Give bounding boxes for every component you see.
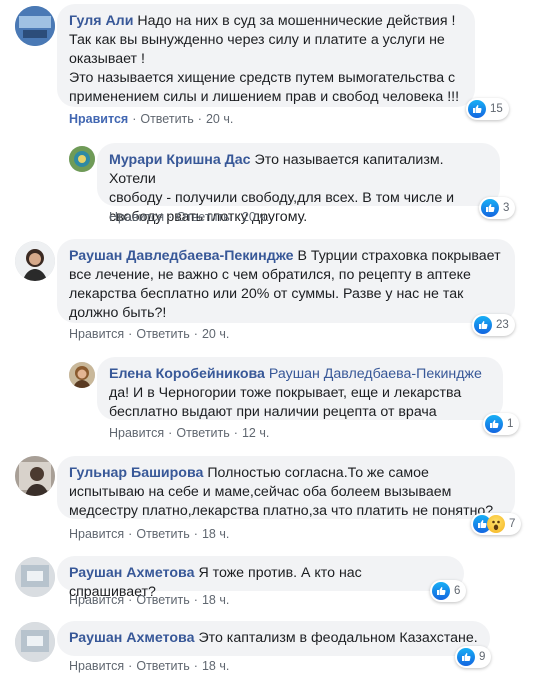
comment-actions: Нравится · Ответить · 18 ч. <box>69 527 229 541</box>
avatar-image <box>69 146 95 172</box>
comment-actions: Нравится · Ответить · 18 ч. <box>69 593 229 607</box>
comment-author[interactable]: Раушан Ахметова <box>69 630 194 646</box>
comment-bubble: Раушан Ахметова Это каптализм в феодальн… <box>57 621 490 656</box>
mention-link[interactable]: Раушан Давледбаева-Пекиндже <box>269 366 482 382</box>
timestamp[interactable]: 20 ч. <box>242 210 269 224</box>
reaction-count[interactable]: 23 <box>472 314 515 336</box>
reaction-number: 23 <box>496 319 509 331</box>
separator: · <box>128 527 133 541</box>
reply-button[interactable]: Ответить <box>176 426 229 440</box>
wow-reaction-icon <box>487 515 505 533</box>
separator: · <box>128 659 133 673</box>
avatar[interactable] <box>15 6 55 46</box>
reply-button[interactable]: Ответить <box>136 593 189 607</box>
reaction-count[interactable]: 1 <box>483 413 520 435</box>
like-button[interactable]: Нравится <box>109 426 164 440</box>
comment-bubble: Гуля Али Надо на них в суд за мошенничес… <box>57 4 475 107</box>
avatar[interactable] <box>15 241 55 281</box>
timestamp[interactable]: 20 ч. <box>202 327 229 341</box>
comment-actions: Нравится · Ответить · 20 ч. <box>109 210 269 224</box>
comment-bubble: Раушан Давледбаева-Пекиндже В Турции стр… <box>57 239 515 323</box>
reaction-number: 6 <box>454 585 461 597</box>
reaction-number: 9 <box>479 651 486 663</box>
separator: · <box>193 327 198 341</box>
reply-button[interactable]: Ответить <box>136 659 189 673</box>
comment-bubble: Гульнар Баширова Полностью согласна.То ж… <box>57 456 515 519</box>
comment-author[interactable]: Раушан Давледбаева-Пекиндже <box>69 248 293 264</box>
avatar-image <box>15 6 55 46</box>
like-reaction-icon <box>474 316 492 334</box>
separator: · <box>193 593 198 607</box>
timestamp[interactable]: 20 ч. <box>206 112 233 126</box>
separator: · <box>132 112 137 126</box>
reaction-number: 3 <box>503 202 510 214</box>
comment-author[interactable]: Гуля Али <box>69 13 133 29</box>
timestamp[interactable]: 18 ч. <box>202 593 229 607</box>
like-button[interactable]: Нравится <box>69 593 124 607</box>
separator: · <box>233 426 238 440</box>
comment-actions: Нравится · Ответить · 18 ч. <box>69 659 229 673</box>
separator: · <box>168 426 173 440</box>
reaction-number: 7 <box>509 518 516 530</box>
like-button[interactable]: Нравится <box>69 659 124 673</box>
reaction-count[interactable]: 3 <box>479 197 516 219</box>
reply-button[interactable]: Ответить <box>136 527 189 541</box>
avatar[interactable] <box>69 146 95 172</box>
comment-bubble: Раушан Ахметова Я тоже против. А кто нас… <box>57 556 464 600</box>
reply-button[interactable]: Ответить <box>136 327 189 341</box>
avatar[interactable] <box>15 622 55 662</box>
like-button[interactable]: Нравится <box>69 112 128 126</box>
avatar-image <box>15 241 55 281</box>
separator: · <box>193 527 198 541</box>
like-button[interactable]: Нравится <box>109 210 164 224</box>
reaction-count[interactable]: 9 <box>455 646 492 668</box>
reply-button[interactable]: Ответить <box>176 210 229 224</box>
like-reaction-icon <box>432 582 450 600</box>
comment-text: да! И в Черногории тоже покрывает, еще и… <box>109 385 462 420</box>
separator: · <box>197 112 202 126</box>
avatar-image <box>15 557 55 597</box>
reaction-number: 1 <box>507 418 514 430</box>
separator: · <box>193 659 198 673</box>
like-reaction-icon <box>468 100 486 118</box>
comment-author[interactable]: Елена Коробейникова <box>109 366 265 382</box>
like-reaction-icon <box>485 415 503 433</box>
comment-actions: Нравится · Ответить · 12 ч. <box>109 426 269 440</box>
separator: · <box>168 210 173 224</box>
like-button[interactable]: Нравится <box>69 327 124 341</box>
comment-actions: Нравится · Ответить · 20 ч. <box>69 112 233 126</box>
timestamp[interactable]: 12 ч. <box>242 426 269 440</box>
comment-bubble: Мурари Кришна Дас Это называется капитал… <box>97 143 500 225</box>
reply-button[interactable]: Ответить <box>140 112 193 126</box>
comment-actions: Нравится · Ответить · 20 ч. <box>69 327 229 341</box>
comment-author[interactable]: Раушан Ахметова <box>69 565 194 581</box>
like-reaction-icon <box>481 199 499 217</box>
avatar-image <box>15 622 55 662</box>
like-reaction-icon <box>457 648 475 666</box>
avatar[interactable] <box>15 456 55 496</box>
comment-author[interactable]: Гульнар Баширова <box>69 465 203 481</box>
separator: · <box>128 593 133 607</box>
reaction-count[interactable]: 6 <box>430 580 467 602</box>
separator: · <box>233 210 238 224</box>
avatar-image <box>15 456 55 496</box>
avatar[interactable] <box>69 362 95 388</box>
avatar[interactable] <box>15 557 55 597</box>
avatar-image <box>69 362 95 388</box>
like-button[interactable]: Нравится <box>69 527 124 541</box>
reaction-count[interactable]: 15 <box>466 98 509 120</box>
reaction-number: 15 <box>490 103 503 115</box>
reaction-count[interactable]: 7 <box>471 513 522 535</box>
timestamp[interactable]: 18 ч. <box>202 659 229 673</box>
separator: · <box>128 327 133 341</box>
comment-text: Это каптализм в феодальном Казахстане. <box>198 630 478 646</box>
timestamp[interactable]: 18 ч. <box>202 527 229 541</box>
comment-bubble: Елена Коробейникова Раушан Давледбаева-П… <box>97 357 503 420</box>
comment-author[interactable]: Мурари Кришна Дас <box>109 152 251 168</box>
